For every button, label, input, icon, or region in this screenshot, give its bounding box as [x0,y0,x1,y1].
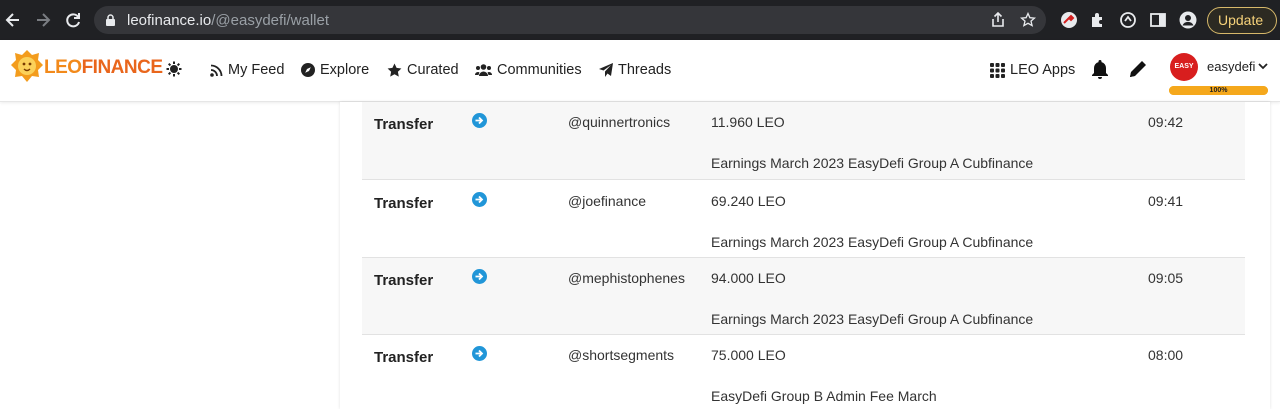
tx-time: 08:00 [1148,347,1184,363]
theme-toggle-icon[interactable] [166,61,182,77]
address-bar[interactable]: leofinance.io/@easydefi/wallet [94,6,1046,34]
arrow-right-circle-icon [472,269,487,284]
sync-icon[interactable] [1119,11,1137,29]
profile-icon[interactable] [1179,11,1197,29]
share-icon[interactable] [990,12,1006,28]
back-arrow-icon[interactable] [3,10,23,30]
grid-icon [990,62,1005,78]
puzzle-icon[interactable] [1089,11,1107,29]
tx-type: Transfer [374,116,434,133]
table-row: Transfer @joefinance 69.240 LEO Earnings… [362,181,1245,258]
nav-threads[interactable]: Threads [599,60,671,80]
tx-amount: 94.000 LEO [711,270,786,286]
site-header: LEOFINANCE My Feed Explore Curated Commu… [0,40,1280,102]
arrow-right-circle-icon [472,346,487,361]
compass-icon [301,63,315,77]
tx-time: 09:42 [1148,114,1184,130]
tx-type: Transfer [374,195,434,212]
update-button[interactable]: Update [1207,7,1277,34]
tx-counterparty-link[interactable]: @shortsegments [568,347,674,363]
reload-icon[interactable] [63,10,83,30]
tx-amount: 69.240 LEO [711,193,786,209]
arrow-right-circle-icon [472,192,487,207]
tx-counterparty-link[interactable]: @joefinance [568,193,646,209]
chevron-down-icon[interactable] [1257,60,1269,72]
url-text: leofinance.io/@easydefi/wallet [127,12,330,29]
wallet-history-panel: Transfer @quinnertronics 11.960 LEO Earn… [340,102,1270,409]
tx-memo: Earnings March 2023 EasyDefi Group A Cub… [711,311,1034,327]
browser-toolbar: leofinance.io/@easydefi/wallet Update [0,0,1280,40]
table-row: Transfer @mephistophenes 94.000 LEO Earn… [362,258,1245,335]
paper-plane-icon [599,63,613,77]
username[interactable]: easydefi [1207,59,1255,74]
table-row: Transfer @quinnertronics 11.960 LEO Earn… [362,102,1245,180]
users-icon [475,64,492,76]
extension-key-icon[interactable] [1060,11,1078,29]
tx-memo: Earnings March 2023 EasyDefi Group A Cub… [711,234,1034,250]
lock-icon [106,14,115,26]
tx-memo: EasyDefi Group B Admin Fee March [711,388,937,404]
bookmark-star-icon[interactable] [1020,12,1036,28]
tx-counterparty-link[interactable]: @mephistophenes [568,270,685,286]
site-logo-text[interactable]: LEOFINANCE [44,57,163,79]
star-icon [387,63,402,77]
table-row: Transfer @shortsegments 75.000 LEO EasyD… [362,335,1245,409]
sidebar-toggle-icon[interactable] [1149,11,1167,29]
nav-explore[interactable]: Explore [301,60,369,80]
pencil-icon[interactable] [1128,59,1148,79]
tx-counterparty-link[interactable]: @quinnertronics [568,114,670,130]
forward-arrow-icon[interactable] [33,10,53,30]
tx-time: 09:05 [1148,270,1184,286]
avatar[interactable]: EASY [1170,53,1198,81]
tx-memo: Earnings March 2023 EasyDefi Group A Cub… [711,155,1034,171]
leo-apps-menu[interactable]: LEO Apps [990,60,1075,80]
tx-type: Transfer [374,272,434,289]
tx-amount: 11.960 LEO [711,114,785,130]
nav-my-feed[interactable]: My Feed [210,60,284,80]
voting-power-bar: 100% [1169,86,1268,95]
tx-type: Transfer [374,349,434,366]
nav-curated[interactable]: Curated [387,60,459,80]
tx-time: 09:41 [1148,193,1184,209]
rss-icon [210,64,223,77]
nav-communities[interactable]: Communities [475,60,582,80]
lion-logo-icon[interactable] [10,49,44,83]
arrow-right-circle-icon [472,113,487,128]
voting-power-label: 100% [1209,87,1228,94]
tx-amount: 75.000 LEO [711,347,786,363]
bell-icon[interactable] [1091,59,1109,79]
